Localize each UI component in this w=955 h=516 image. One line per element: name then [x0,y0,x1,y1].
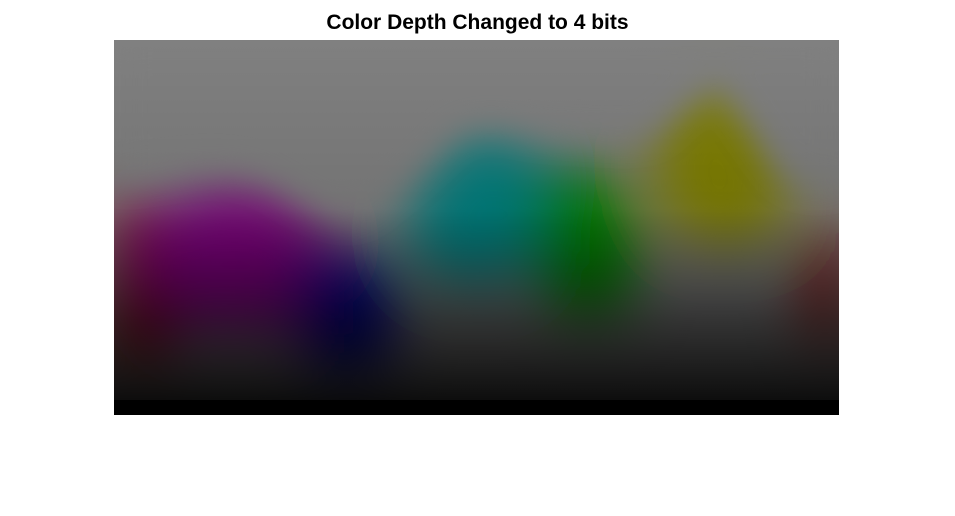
bottom-shadow [114,40,839,415]
figure-title: Color Depth Changed to 4 bits [326,11,629,34]
color-depth-image [114,40,839,415]
bottom-dark-band [114,400,839,415]
